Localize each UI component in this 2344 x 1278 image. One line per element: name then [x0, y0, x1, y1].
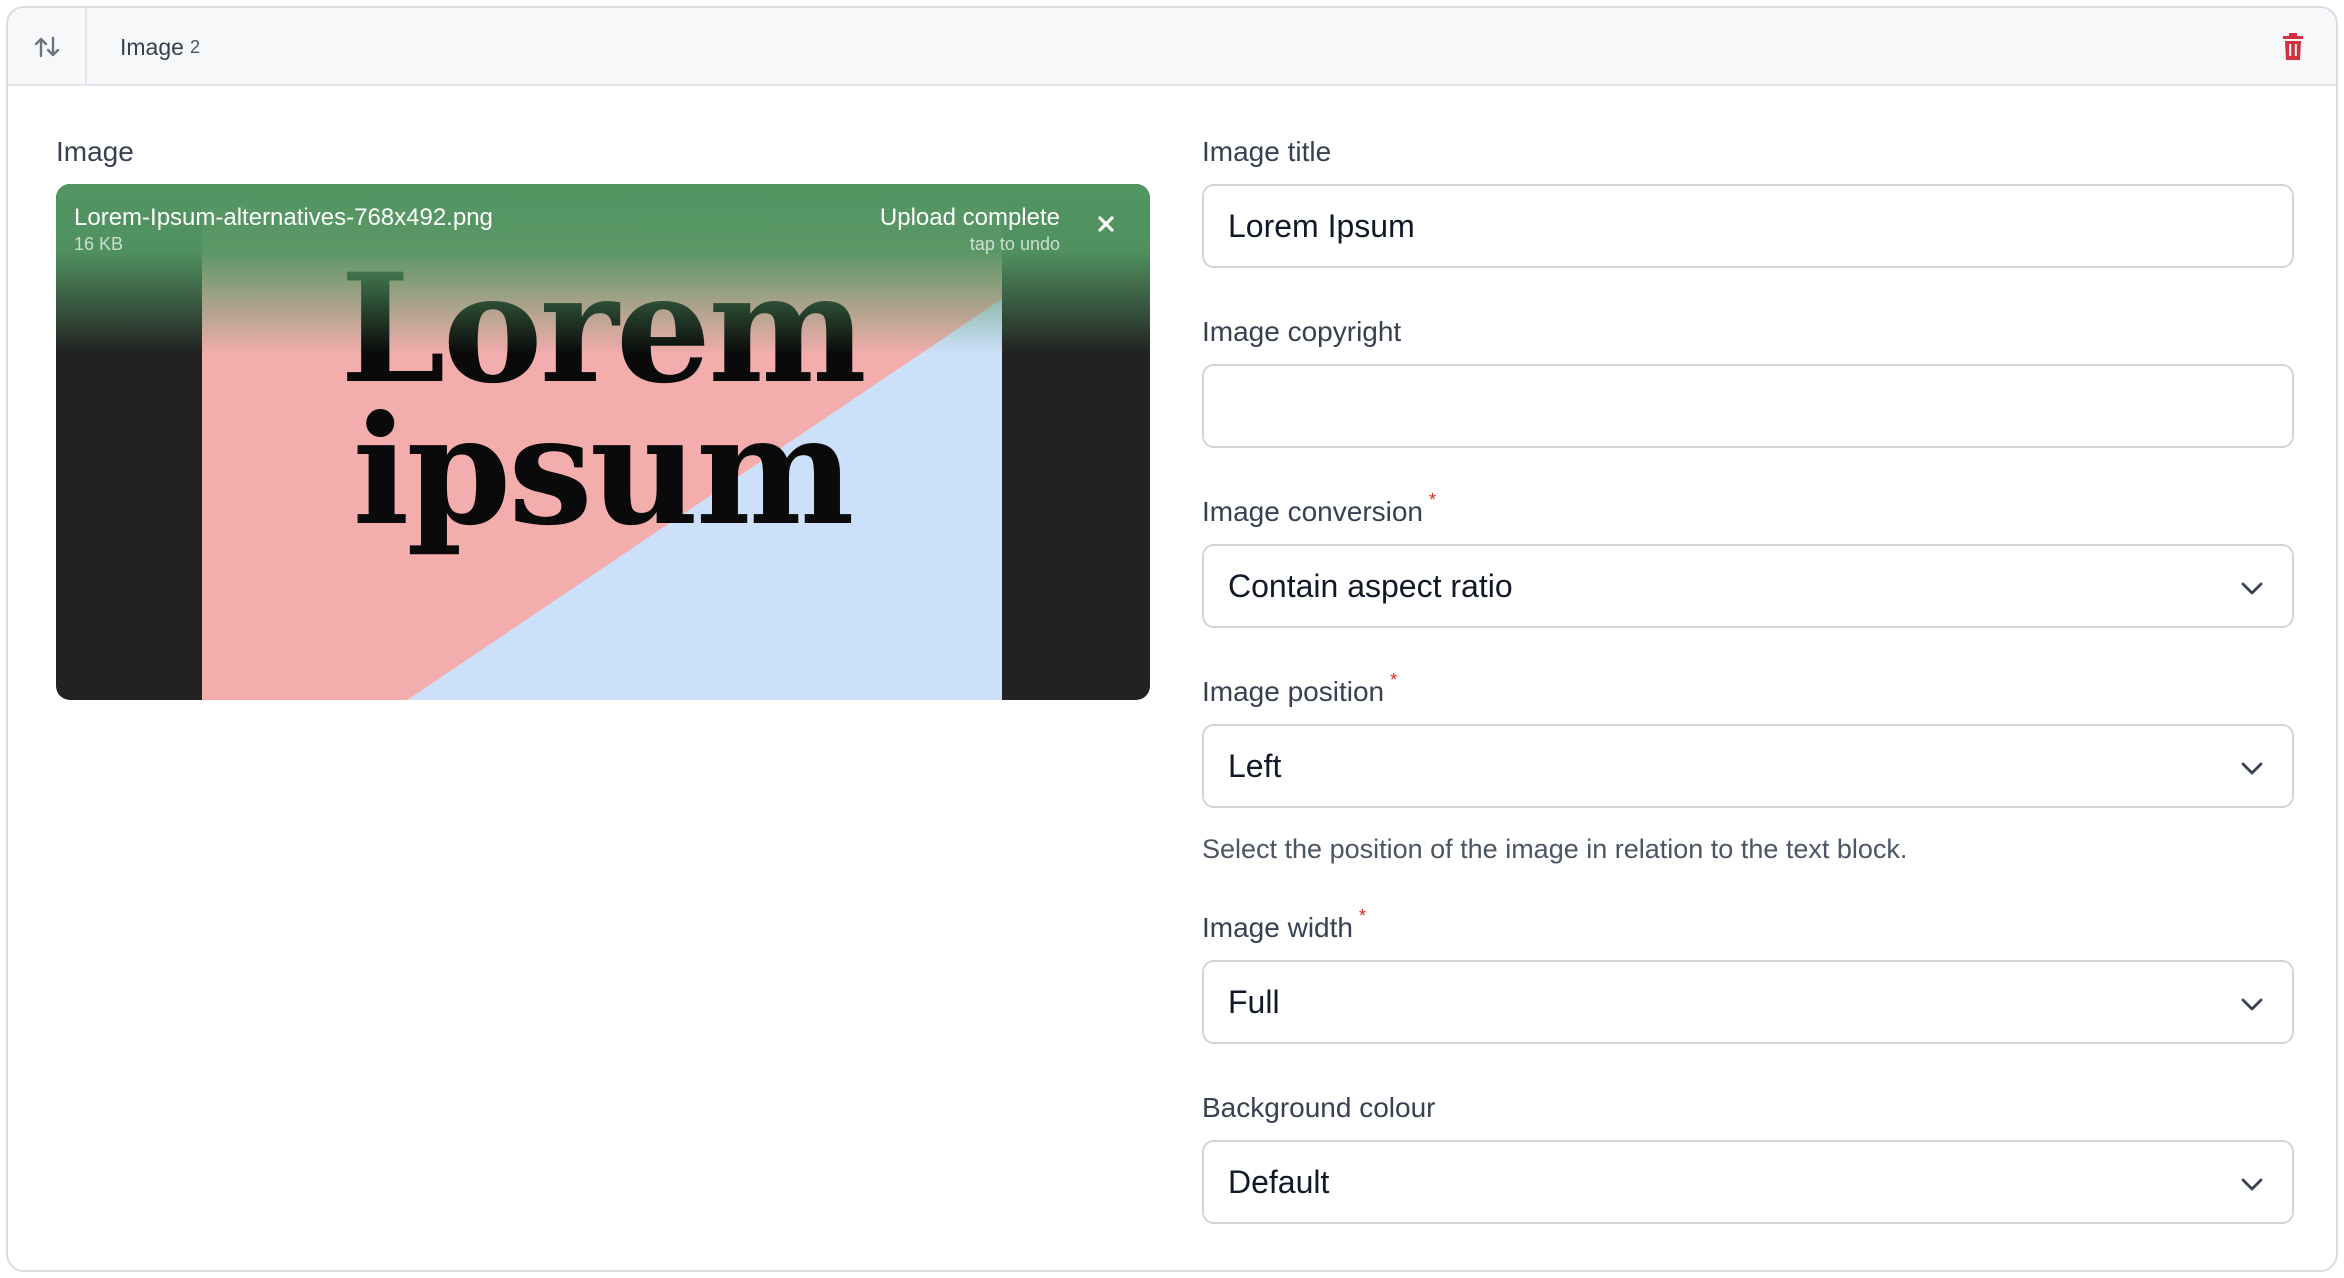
image-copyright-label: Image copyright	[1202, 316, 1402, 347]
block-header: Image 2	[8, 8, 2336, 86]
image-position-select[interactable]: Left	[1202, 724, 2294, 808]
image-conversion-label-text: Image conversion	[1202, 496, 1424, 527]
image-conversion-label: Image conversion *	[1202, 490, 1436, 528]
required-marker: *	[1429, 490, 1437, 510]
chevron-down-icon	[2241, 582, 2263, 595]
image-position-value: Left	[1228, 747, 1282, 784]
image-upload[interactable]: Lorem ipsum Lorem-Ipsum-alternatives-768…	[56, 184, 1150, 700]
delete-button[interactable]	[2276, 30, 2310, 64]
chevron-down-icon	[2241, 998, 2263, 1011]
image-width-label-text: Image width	[1202, 912, 1353, 943]
chevron-down-icon	[2241, 1178, 2263, 1191]
reorder-handle[interactable]	[8, 8, 87, 86]
image-width-select[interactable]: Full	[1202, 960, 2294, 1044]
image-position-help: Select the position of the image in rela…	[1202, 834, 1908, 864]
trash-icon	[2283, 33, 2303, 60]
image-label: Image	[56, 136, 134, 167]
image-copyright-input[interactable]	[1202, 364, 2294, 448]
image-block-card: Image 2 Image Lorem ipsum Lorem-Ipsum-al…	[6, 6, 2338, 1272]
block-title-text: Image	[120, 33, 184, 60]
image-title-input[interactable]: Lorem Ipsum	[1202, 184, 2294, 268]
chevron-down-icon	[2241, 762, 2263, 775]
required-marker: *	[1390, 670, 1398, 690]
close-icon	[1098, 216, 1114, 232]
background-colour-label: Background colour	[1202, 1092, 1436, 1123]
preview-text-line2: ipsum	[352, 383, 854, 559]
upload-status: Upload complete	[879, 204, 1060, 231]
image-width-value: Full	[1228, 983, 1280, 1020]
remove-file-button[interactable]	[1092, 210, 1120, 238]
background-colour-select[interactable]: Default	[1202, 1140, 2294, 1224]
image-width-label: Image width *	[1202, 906, 1366, 944]
background-colour-value: Default	[1228, 1163, 1330, 1200]
image-conversion-select[interactable]: Contain aspect ratio	[1202, 544, 2294, 628]
image-title-label: Image title	[1202, 136, 1332, 167]
block-index: 2	[189, 36, 200, 57]
file-size: 16 KB	[74, 234, 124, 254]
image-position-label-text: Image position	[1202, 676, 1385, 707]
undo-hint[interactable]: tap to undo	[970, 234, 1060, 255]
required-marker: *	[1358, 906, 1366, 926]
file-name: Lorem-Ipsum-alternatives-768x492.png	[74, 204, 493, 231]
image-position-label: Image position *	[1202, 670, 1397, 708]
image-conversion-value: Contain aspect ratio	[1228, 567, 1513, 604]
block-title: Image 2	[120, 8, 200, 86]
sort-arrows-icon	[34, 36, 59, 58]
